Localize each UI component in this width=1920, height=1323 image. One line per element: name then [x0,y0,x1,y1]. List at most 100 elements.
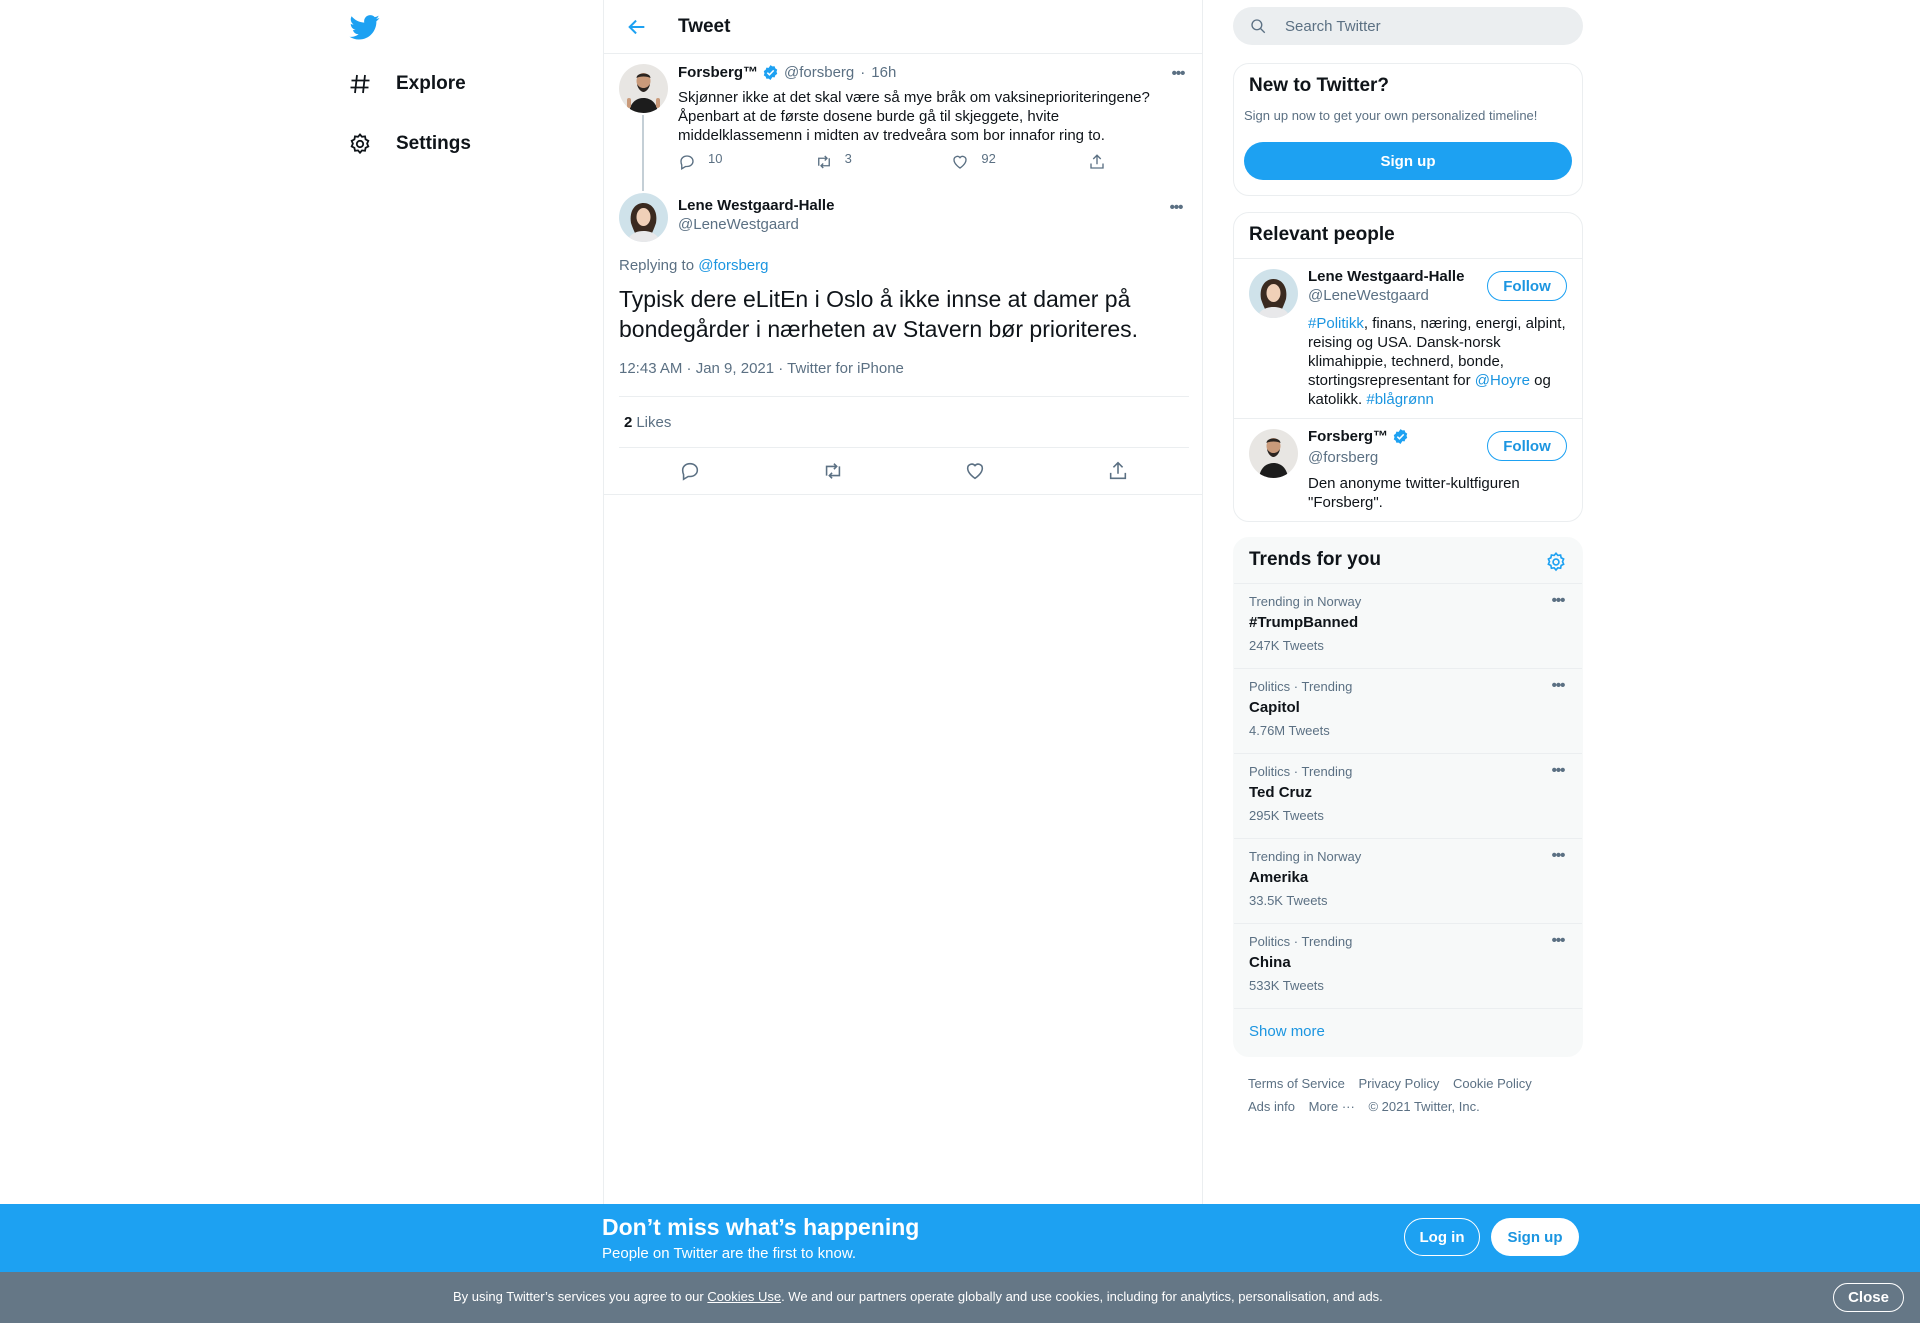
reply-icon [680,155,694,170]
trend-item[interactable]: Trending in Norway Amerika 33.5K Tweets … [1234,838,1582,923]
tweet-time[interactable]: 16h [871,64,896,81]
gear-icon[interactable] [1545,551,1567,573]
like-count: 92 [981,151,996,166]
replying-to: Replying to @forsberg [619,257,768,274]
person-forsberg[interactable]: Forsberg™ @forsberg Follow Den anonyme t… [1234,419,1582,519]
footer-more[interactable]: More ··· [1309,1099,1355,1114]
new-to-twitter-subtitle: Sign up now to get your own personalized… [1244,108,1538,123]
retweet-icon [817,155,830,169]
lene-avatar[interactable] [1249,269,1298,318]
reply-icon[interactable] [679,460,701,482]
share-icon [1090,154,1104,169]
focus-tweet-actions [619,448,1189,494]
show-more-link[interactable]: Show more [1249,1023,1325,1040]
cookie-banner: By using Twitter’s services you agree to… [0,1272,1920,1323]
more-options-icon[interactable]: ••• [1544,593,1572,614]
parent-tweet[interactable]: Forsberg™ @forsberg · 16h ••• Skjønner i… [604,54,1202,194]
replying-prefix: Replying to [619,257,695,274]
nav-settings-label: Settings [396,133,471,154]
follow-button[interactable]: Follow [1487,431,1567,461]
author-handle[interactable]: @forsberg [784,64,854,81]
search-box[interactable] [1233,7,1583,45]
login-button[interactable]: Log in [1404,1218,1480,1256]
person-bio: Den anonyme twitter-kultfiguren "Forsber… [1308,475,1520,511]
focus-more-options-icon[interactable]: ••• [1162,200,1190,221]
footer-privacy[interactable]: Privacy Policy [1358,1076,1439,1091]
main-column: Tweet Forsberg™ @forsberg · 16h ••• Skjø… [603,0,1203,1323]
likes-count: 2 [624,413,633,431]
verified-badge-icon [1393,429,1408,444]
forsberg-avatar[interactable] [1249,429,1298,478]
trend-name: China [1249,954,1291,971]
more-options-icon[interactable]: ••• [1544,763,1572,784]
person-name[interactable]: Forsberg™ [1308,428,1388,445]
trend-item[interactable]: Politics · Trending Capitol 4.76M Tweets… [1234,668,1582,753]
hashtag-link[interactable]: #blågrønn [1366,391,1434,408]
forsberg-avatar[interactable] [619,64,668,113]
like-button[interactable]: 92 [951,151,1088,171]
thread-connector [642,115,644,191]
page-title: Tweet [678,15,731,37]
trend-context: Politics · Trending [1249,934,1353,949]
mention-link[interactable]: @Hoyre [1475,372,1530,389]
signup-button[interactable]: Sign up [1244,142,1572,180]
trend-item[interactable]: Politics · Trending China 533K Tweets ••… [1234,923,1582,1008]
more-options-icon[interactable]: ••• [1544,933,1572,954]
reply-button[interactable]: 10 [678,151,815,171]
nav-explore[interactable]: Explore [346,64,466,104]
footer-cookie-policy[interactable]: Cookie Policy [1453,1076,1532,1091]
trend-item[interactable]: Politics · Trending Ted Cruz 295K Tweets… [1234,753,1582,838]
back-arrow-icon[interactable] [622,12,652,42]
follow-button[interactable]: Follow [1487,271,1567,301]
footer-terms[interactable]: Terms of Service [1248,1076,1345,1091]
focus-tweet-text: Typisk dere eLitEn i Oslo å ikke innse a… [619,286,1139,342]
trend-context: Politics · Trending [1249,764,1353,779]
author-name[interactable]: Forsberg™ [678,64,758,81]
share-button[interactable] [1088,153,1118,171]
new-to-twitter-card: New to Twitter? Sign up now to get your … [1233,63,1583,196]
nav-explore-label: Explore [396,73,466,94]
person-bio: #Politikk, finans, næring, energi, alpin… [1308,314,1570,409]
tweet-meta[interactable]: 12:43 AM · Jan 9, 2021 · Twitter for iPh… [619,360,904,377]
nav-settings[interactable]: Settings [346,124,471,164]
heart-icon[interactable] [964,460,986,482]
person-lene[interactable]: Lene Westgaard-Halle @LeneWestgaard Foll… [1234,259,1582,419]
more-options-icon[interactable]: ••• [1544,848,1572,869]
banner-title: Don’t miss what’s happening [602,1214,920,1240]
replying-to-link[interactable]: @forsberg [698,257,768,274]
likes-summary[interactable]: 2 Likes [619,396,1189,448]
person-name[interactable]: Lene Westgaard-Halle [1308,268,1464,285]
cookies-use-link[interactable]: Cookies Use [707,1289,781,1304]
trend-context: Politics · Trending [1249,679,1353,694]
hashtag-link[interactable]: #Politikk [1308,315,1364,332]
cookie-close-button[interactable]: Close [1833,1283,1904,1312]
trend-name: Amerika [1249,869,1309,886]
person-handle[interactable]: @forsberg [1308,449,1378,466]
more-options-icon[interactable]: ••• [1544,678,1572,699]
retweet-icon[interactable] [822,460,844,482]
focus-author-handle[interactable]: @LeneWestgaard [678,216,799,233]
likes-label: Likes [636,413,672,431]
focus-author-name[interactable]: Lene Westgaard-Halle [678,197,834,214]
footer-ads-info[interactable]: Ads info [1248,1099,1295,1114]
cookie-text: By using Twitter’s services you agree to… [453,1289,1383,1304]
twitter-bird-icon[interactable] [348,12,382,42]
more-options-icon[interactable]: ••• [1164,66,1192,87]
person-handle[interactable]: @LeneWestgaard [1308,287,1429,304]
parent-tweet-text: Skjønner ikke at det skal være så mye br… [678,89,1150,144]
heart-icon [953,155,968,169]
lene-avatar[interactable] [619,193,668,242]
cookie-suffix: . We and our partners operate globally a… [781,1289,1383,1304]
dot-separator: · [860,64,866,81]
search-input[interactable] [1285,17,1545,35]
trend-item[interactable]: Trending in Norway #TrumpBanned 247K Twe… [1234,583,1582,668]
share-icon[interactable] [1107,460,1129,482]
new-to-twitter-title: New to Twitter? [1249,75,1390,96]
footer-copyright: © 2021 Twitter, Inc. [1368,1099,1480,1114]
hashtag-icon [346,70,374,98]
trend-context: Trending in Norway [1249,849,1362,864]
person-name-row: Forsberg™ [1308,428,1414,445]
trend-count: 4.76M Tweets [1249,723,1330,738]
retweet-button[interactable]: 3 [815,151,952,171]
banner-signup-button[interactable]: Sign up [1491,1218,1579,1256]
